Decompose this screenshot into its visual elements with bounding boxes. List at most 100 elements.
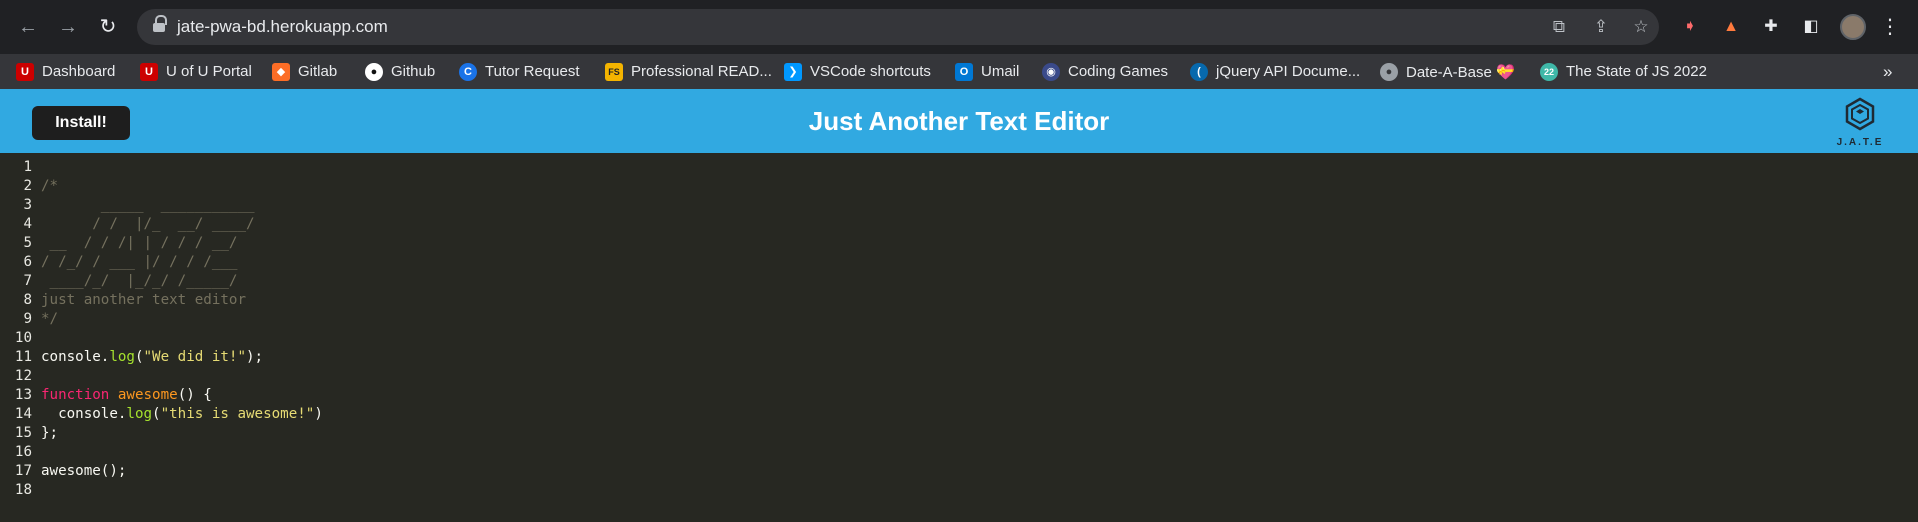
code-token-plain: ); bbox=[246, 349, 264, 365]
code-token-plain: ) bbox=[314, 406, 323, 422]
line-content[interactable]: }; bbox=[41, 424, 58, 443]
bookmark-star-icon[interactable]: ☆ bbox=[1629, 15, 1653, 39]
line-content[interactable]: _____ ___________ bbox=[41, 196, 255, 215]
code-token-keyword: function bbox=[41, 387, 110, 403]
code-line[interactable]: 6 / /_/ / ___ |/ / / /___ bbox=[0, 253, 1918, 272]
profile-avatar[interactable] bbox=[1840, 14, 1866, 40]
line-number: 4 bbox=[23, 216, 32, 232]
code-line[interactable]: 1 bbox=[0, 158, 1918, 177]
code-line[interactable]: 9 */ bbox=[0, 310, 1918, 329]
bookmark-label: The State of JS 2022 bbox=[1566, 63, 1707, 80]
bookmark-jquery-api[interactable]: ( jQuery API Docume... bbox=[1190, 54, 1360, 89]
code-token-plain: ( bbox=[134, 349, 144, 365]
line-content[interactable]: console.log("this is awesome!") bbox=[41, 405, 323, 424]
open-in-app-icon[interactable]: ⧉ bbox=[1547, 15, 1571, 39]
line-content[interactable]: __ / / /| | / / / __/ bbox=[41, 234, 238, 253]
code-token-comment: _____ ___________ bbox=[41, 197, 255, 213]
url-text[interactable]: jate-pwa-bd.herokuapp.com bbox=[177, 17, 388, 37]
line-content[interactable]: /* bbox=[41, 177, 58, 196]
code-line[interactable]: 10 bbox=[0, 329, 1918, 348]
code-line[interactable]: 5 __ / / /| | / / / __/ bbox=[0, 234, 1918, 253]
code-token-fn: awesome bbox=[117, 387, 178, 403]
line-content[interactable]: function awesome() { bbox=[41, 386, 212, 405]
bookmark-vscode-shortcuts[interactable]: ❯ VSCode shortcuts bbox=[784, 54, 931, 89]
code-line[interactable]: 2 /* bbox=[0, 177, 1918, 196]
code-token-plain: ( bbox=[152, 406, 161, 422]
reload-icon[interactable]: ↻ bbox=[94, 13, 122, 41]
extension-lighthouse-icon[interactable]: ▲ bbox=[1718, 14, 1744, 40]
bookmark-dashboard[interactable]: U Dashboard bbox=[16, 54, 115, 89]
code-line[interactable]: 17 awesome(); bbox=[0, 462, 1918, 481]
code-line[interactable]: 7 ____/_/ |_/_/ /_____/ bbox=[0, 272, 1918, 291]
side-panel-icon[interactable]: ◧ bbox=[1798, 14, 1824, 40]
line-number: 1 bbox=[23, 159, 32, 175]
install-button[interactable]: Install! bbox=[32, 106, 130, 140]
code-line[interactable]: 12 bbox=[0, 367, 1918, 386]
code-token-comment: __ / / /| | / / / __/ bbox=[41, 235, 238, 251]
line-content[interactable]: ____/_/ |_/_/ /_____/ bbox=[41, 272, 238, 291]
extensions-puzzle-icon[interactable]: ✚ bbox=[1758, 14, 1784, 40]
code-line[interactable]: 16 bbox=[0, 443, 1918, 462]
bookmark-github[interactable]: ● Github bbox=[365, 54, 435, 89]
line-content[interactable]: awesome(); bbox=[41, 462, 126, 481]
code-token-comment: just another text editor bbox=[41, 292, 246, 308]
line-number: 14 bbox=[14, 406, 32, 422]
code-line[interactable]: 8 just another text editor bbox=[0, 291, 1918, 310]
code-token-comment: / /_/ / ___ |/ / / /___ bbox=[41, 254, 238, 270]
bookmark-label: Umail bbox=[981, 63, 1020, 80]
bookmark-label: U of U Portal bbox=[166, 63, 252, 80]
bookmark-umail[interactable]: O Umail bbox=[955, 54, 1019, 89]
line-content[interactable]: / /_/ / ___ |/ / / /___ bbox=[41, 253, 237, 272]
bookmark-gitlab[interactable]: ◆ Gitlab bbox=[272, 54, 337, 89]
more-bookmarks-button[interactable]: » bbox=[1883, 54, 1892, 89]
bookmarks-bar: U Dashboard U U of U Portal ◆ Gitlab ● G… bbox=[0, 54, 1918, 89]
bookmark-label: Gitlab bbox=[298, 63, 338, 80]
line-number: 7 bbox=[23, 273, 32, 289]
code-token-plain: console. bbox=[41, 406, 127, 422]
bookmark-professional-readme[interactable]: FS Professional READ... bbox=[605, 54, 772, 89]
code-line[interactable]: 3 _____ ___________ bbox=[0, 196, 1918, 215]
code-token-plain: console. bbox=[41, 349, 110, 365]
line-content[interactable]: / / |/_ __/ ____/ bbox=[41, 215, 254, 234]
browser-menu-icon[interactable]: ⋮ bbox=[1880, 14, 1900, 40]
bookmark-label: Github bbox=[391, 63, 436, 80]
bookmark-label: Professional READ... bbox=[631, 63, 772, 80]
code-line[interactable]: 11 console.log("We did it!"); bbox=[0, 348, 1918, 367]
share-icon[interactable]: ⇪ bbox=[1589, 15, 1613, 39]
line-number: 3 bbox=[23, 197, 32, 213]
bookmark-coding-games[interactable]: ◉ Coding Games bbox=[1042, 54, 1168, 89]
forward-arrow-icon[interactable]: → bbox=[54, 13, 82, 41]
code-token-comment: /* bbox=[41, 178, 59, 194]
code-token-plain: awesome(); bbox=[41, 463, 127, 479]
u-icon: U bbox=[16, 62, 34, 81]
line-content[interactable]: */ bbox=[41, 310, 58, 329]
line-content[interactable]: console.log("We did it!"); bbox=[41, 348, 263, 367]
browser-toolbar: ← → ↻ jate-pwa-bd.herokuapp.com ⧉ ⇪ ☆ ➧ … bbox=[0, 0, 1918, 54]
extension-arrow-icon[interactable]: ➧ bbox=[1677, 14, 1703, 40]
address-bar[interactable]: jate-pwa-bd.herokuapp.com ⧉ ⇪ ☆ bbox=[137, 9, 1659, 45]
stateofjs-icon: 22 bbox=[1540, 62, 1558, 81]
jate-logo: J.A.T.E bbox=[1832, 97, 1888, 149]
line-number: 6 bbox=[23, 254, 32, 270]
back-arrow-icon[interactable]: ← bbox=[14, 13, 42, 41]
bookmark-label: Date-A-Base 💝 bbox=[1406, 63, 1515, 81]
app-header: Install! Just Another Text Editor J.A.T.… bbox=[0, 89, 1918, 153]
bookmark-u-of-u-portal[interactable]: U U of U Portal bbox=[140, 54, 252, 89]
code-line[interactable]: 13 function awesome() { bbox=[0, 386, 1918, 405]
code-editor[interactable]: 1 2/* 3 _____ ___________ 4 / / |/_ __/ ___… bbox=[0, 153, 1918, 522]
code-line[interactable]: 14 console.log("this is awesome!") bbox=[0, 405, 1918, 424]
line-content[interactable]: just another text editor bbox=[41, 291, 246, 310]
code-line[interactable]: 15}; bbox=[0, 424, 1918, 443]
line-number: 12 bbox=[14, 368, 32, 384]
code-line[interactable]: 4 / / |/_ __/ ____/ bbox=[0, 215, 1918, 234]
bookmark-date-a-base[interactable]: ● Date-A-Base 💝 bbox=[1380, 54, 1515, 89]
lock-icon[interactable] bbox=[153, 15, 167, 33]
code-line[interactable]: 18 bbox=[0, 481, 1918, 500]
code-token-comment: */ bbox=[41, 311, 59, 327]
bookmark-tutor-request[interactable]: C Tutor Request bbox=[459, 54, 580, 89]
line-number: 10 bbox=[14, 330, 32, 346]
bookmark-state-of-js[interactable]: 22 The State of JS 2022 bbox=[1540, 54, 1707, 89]
bookmark-label: jQuery API Docume... bbox=[1216, 63, 1361, 80]
bookmark-label: Coding Games bbox=[1068, 63, 1169, 80]
